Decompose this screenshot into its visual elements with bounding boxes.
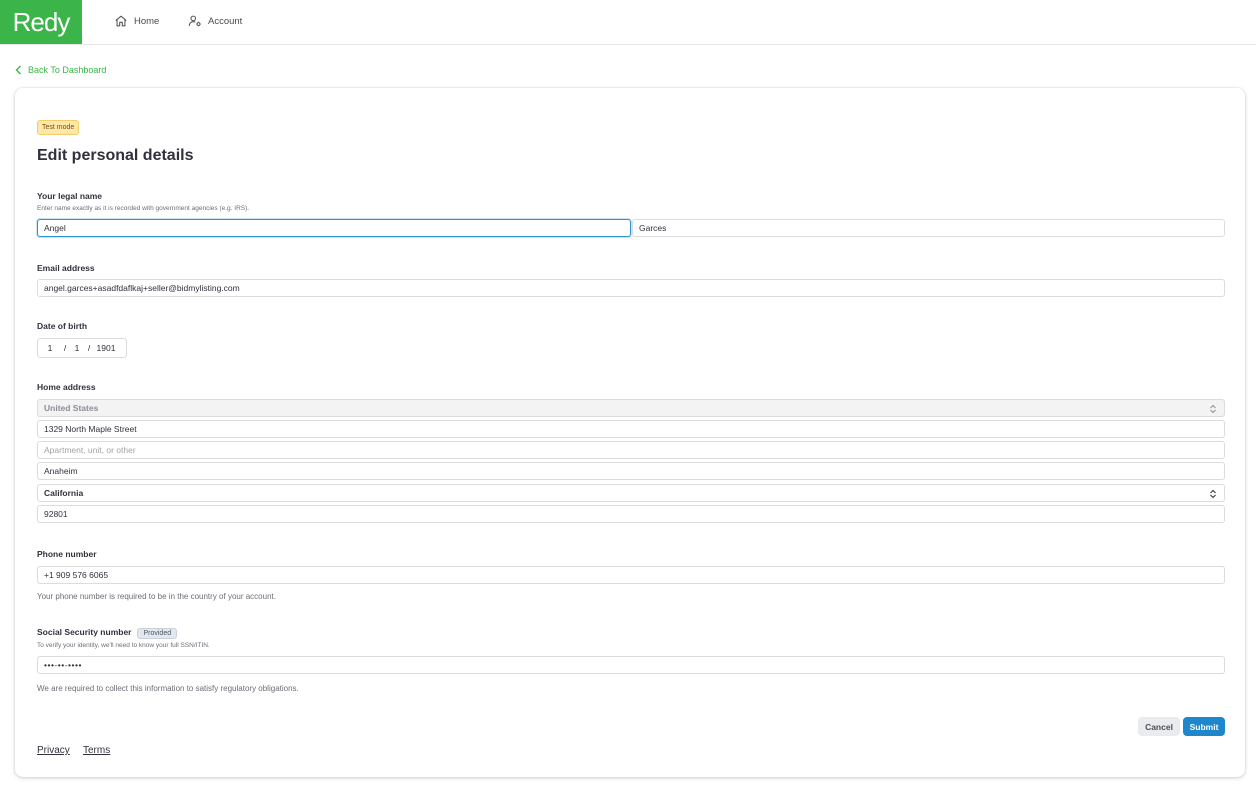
privacy-link[interactable]: Privacy	[37, 745, 70, 756]
email-input[interactable]: angel.garces+asadfdaflkaj+seller@bidmyli…	[37, 279, 1225, 297]
dob-year[interactable]: 1901	[92, 343, 120, 353]
zip-input[interactable]: 92801	[37, 505, 1225, 523]
phone-label: Phone number	[37, 549, 97, 559]
terms-link[interactable]: Terms	[83, 745, 110, 756]
country-value: United States	[44, 403, 99, 413]
dob-month[interactable]: 1	[38, 343, 62, 353]
nav-home[interactable]: Home	[114, 12, 159, 30]
country-select: United States	[37, 399, 1225, 417]
home-icon	[115, 15, 127, 27]
phone-input[interactable]: +1 909 576 6065	[37, 566, 1225, 584]
nav-account[interactable]: Account	[188, 12, 242, 30]
dob-label: Date of birth	[37, 321, 88, 331]
address-line1-input[interactable]: 1329 North Maple Street	[37, 420, 1225, 438]
dob-input[interactable]: 1 / 1 / 1901	[37, 338, 127, 358]
submit-button[interactable]: Submit	[1183, 717, 1225, 736]
legal-name-hint: Enter name exactly as it is recorded wit…	[37, 205, 250, 212]
dob-day[interactable]: 1	[68, 343, 86, 353]
chevron-left-icon	[15, 65, 21, 75]
cancel-button[interactable]: Cancel	[1138, 717, 1180, 736]
brand-logo[interactable]: Redy	[0, 0, 82, 44]
test-mode-badge: Test mode	[37, 120, 80, 135]
state-select[interactable]: California	[37, 484, 1225, 502]
nav-account-label: Account	[208, 15, 243, 27]
page-title: Edit personal details	[37, 147, 194, 164]
email-label: Email address	[37, 263, 95, 273]
ssn-label-row: Social Security number Provided	[37, 627, 178, 639]
personal-details-card: Test mode Edit personal details Your leg…	[15, 88, 1245, 777]
select-arrows-icon	[1210, 489, 1216, 499]
provided-badge: Provided	[137, 628, 178, 639]
select-arrows-icon	[1210, 404, 1216, 414]
first-name-input[interactable]: Angel	[37, 219, 631, 237]
state-value: California	[44, 488, 84, 498]
top-navigation: Redy Home Account	[0, 0, 1256, 45]
last-name-input[interactable]: Garces	[632, 219, 1225, 237]
back-link-label: Back To Dashboard	[28, 65, 107, 75]
home-address-label: Home address	[37, 382, 96, 392]
ssn-help-text: We are required to collect this informat…	[37, 684, 299, 693]
ssn-input[interactable]: •••-••-••••	[37, 656, 1225, 674]
ssn-hint: To verify your identity, we'll need to k…	[37, 642, 210, 649]
city-input[interactable]: Anaheim	[37, 462, 1225, 480]
nav-home-label: Home	[134, 15, 160, 27]
back-to-dashboard-link[interactable]: Back To Dashboard	[15, 65, 106, 75]
user-settings-icon	[188, 15, 201, 27]
phone-help-text: Your phone number is required to be in t…	[37, 592, 276, 601]
legal-name-label: Your legal name	[37, 191, 103, 201]
address-line2-input[interactable]: Apartment, unit, or other	[37, 441, 1225, 459]
ssn-label: Social Security number	[37, 627, 132, 637]
